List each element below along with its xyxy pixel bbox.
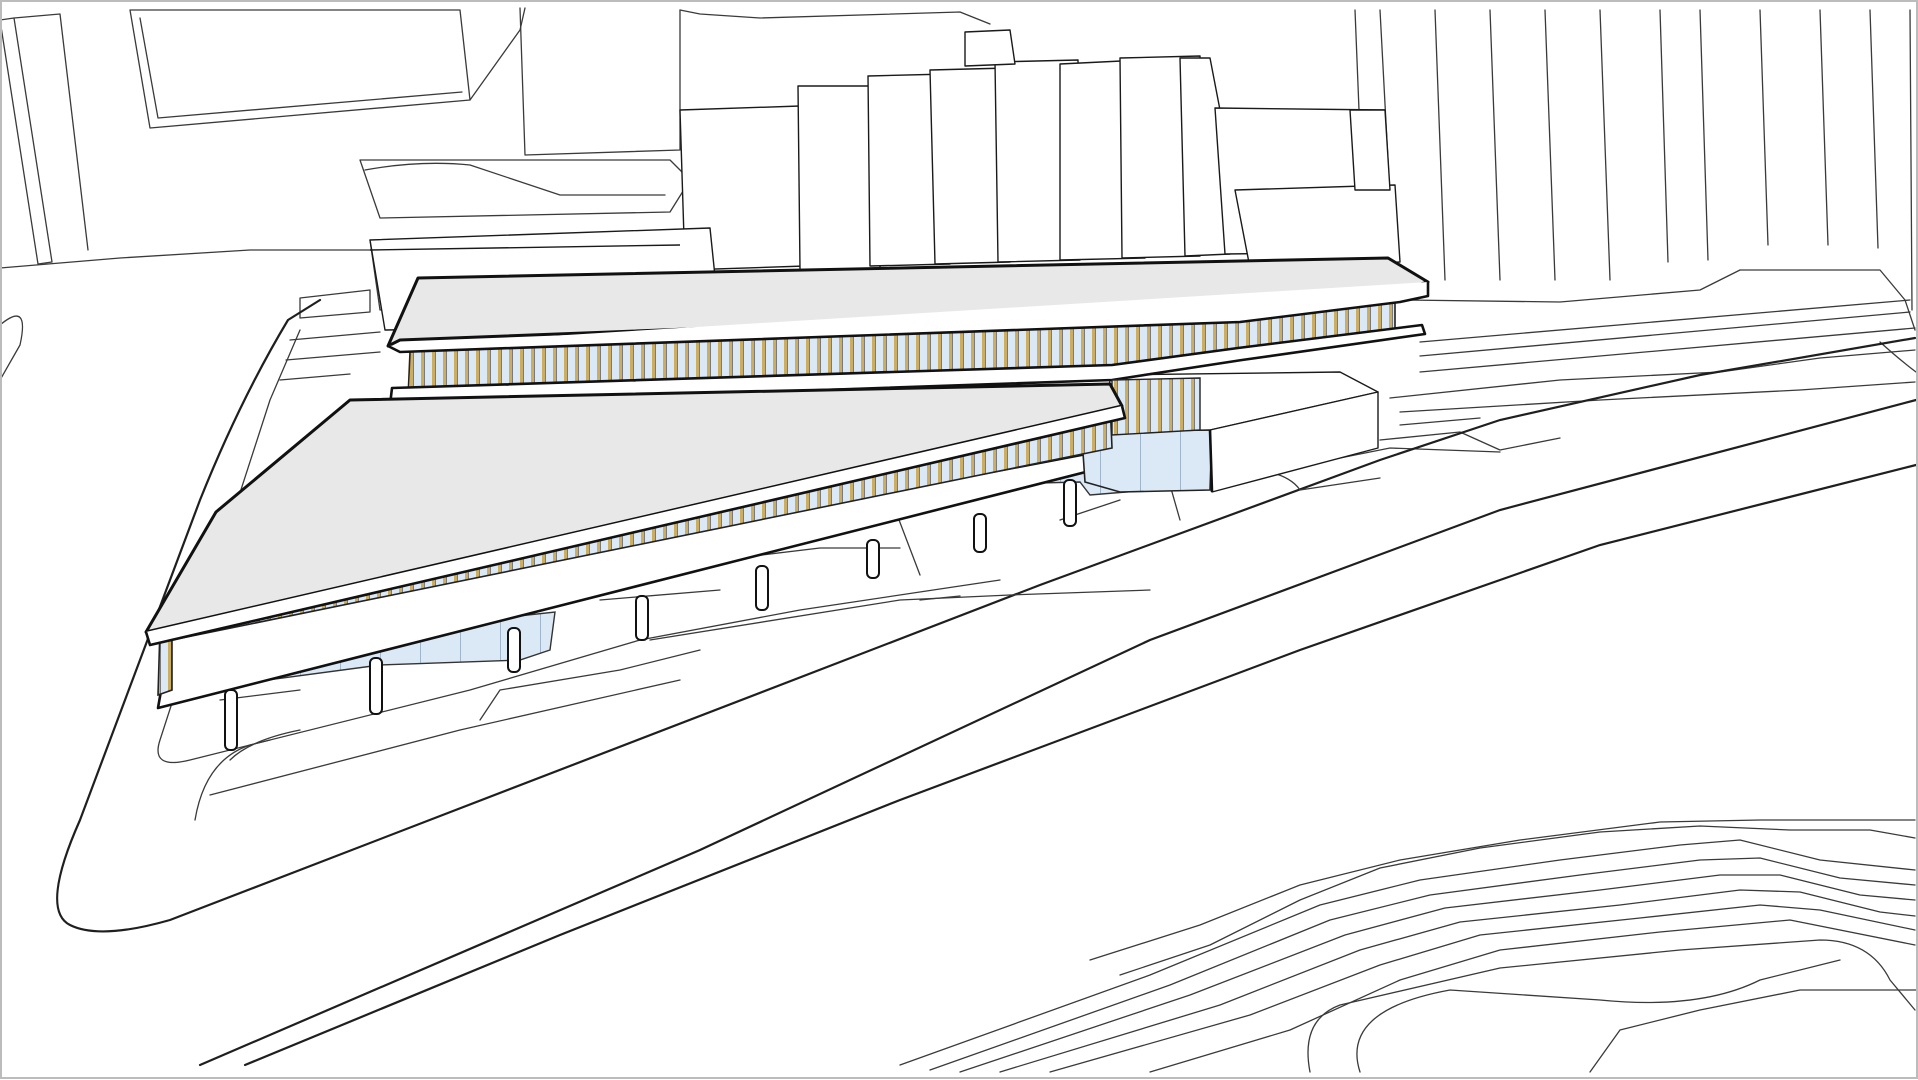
column-1 (224, 689, 238, 751)
lower-wing-roof (144, 382, 1124, 634)
model-viewport[interactable] (0, 0, 1918, 1080)
column-4 (635, 595, 649, 641)
column-5 (755, 565, 769, 611)
column-3 (507, 627, 521, 673)
column-7 (973, 513, 987, 553)
architectural-model-drawing (0, 0, 1918, 1079)
proposed-building[interactable] (144, 256, 1430, 751)
column-2 (369, 657, 383, 715)
column-8 (1063, 479, 1077, 527)
column-6 (866, 539, 880, 579)
terrain-contours (899, 819, 1917, 1073)
connector-glazing (1111, 377, 1201, 436)
